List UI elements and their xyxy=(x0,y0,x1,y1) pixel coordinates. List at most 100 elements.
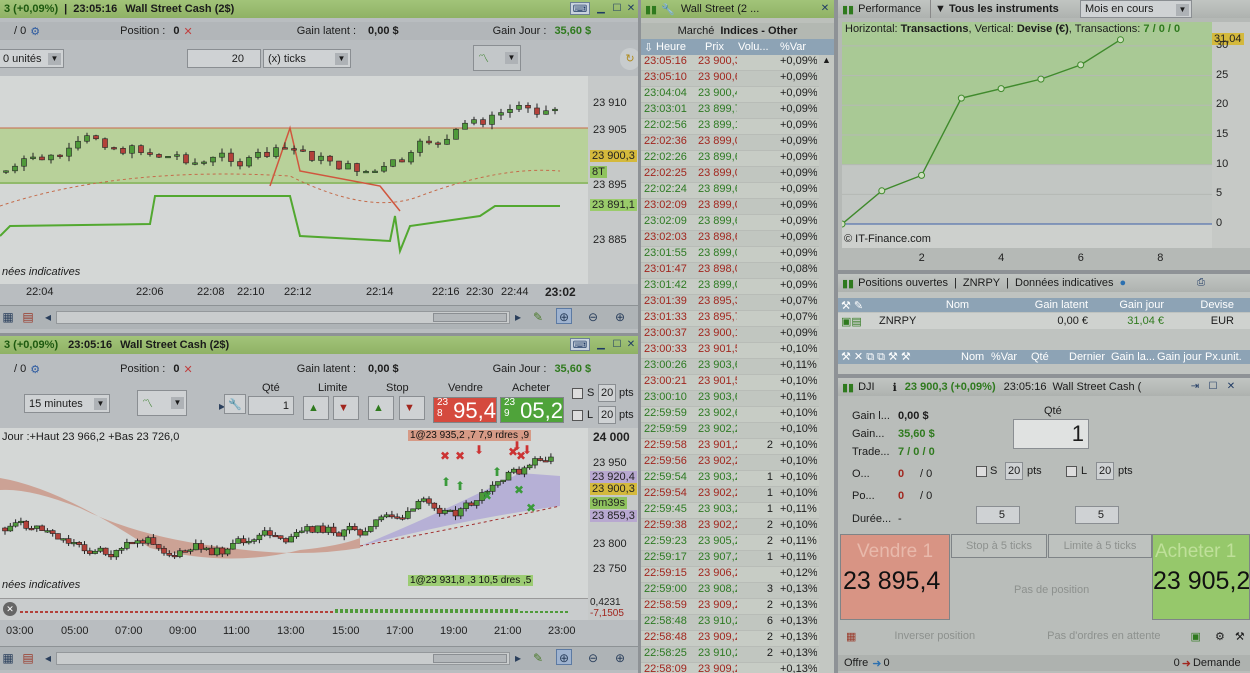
toolbar-icons[interactable]: ⚒ ✎ xyxy=(838,299,900,312)
wrench-icon[interactable]: 🔧 xyxy=(661,3,675,16)
chart-icon[interactable]: ▮▮ xyxy=(842,3,854,16)
zoom-fit-icon[interactable]: ⊕ xyxy=(556,649,572,665)
tick-row[interactable]: 22:59:59 23 902,6 +0,10% xyxy=(641,407,834,423)
quantity-input[interactable]: 1 xyxy=(248,396,294,415)
stop-checkbox[interactable] xyxy=(572,388,583,399)
price-chart[interactable]: nées indicatives xyxy=(0,76,588,284)
chart-icon[interactable]: ▣ xyxy=(1191,630,1201,643)
cancel-icon[interactable]: ✕ xyxy=(183,363,192,376)
tick-row[interactable]: 22:02:24 23 899,6 +0,09% xyxy=(641,183,834,199)
limit-order-button[interactable]: Limite à 5 ticks xyxy=(1048,534,1152,558)
zoom-out-icon[interactable]: ⊖ xyxy=(585,309,601,325)
tick-row[interactable]: 22:59:15 23 906,2 +0,12% xyxy=(641,567,834,583)
reverse-position-button[interactable]: Inverser position xyxy=(894,630,975,642)
tick-row[interactable]: 23:02:09 23 899,6 +0,09% xyxy=(641,215,834,231)
chart-icon[interactable]: ▮▮ xyxy=(645,3,657,16)
limit-checkbox[interactable] xyxy=(572,410,583,421)
link-icon[interactable]: ⚙ xyxy=(30,363,40,376)
tick-row[interactable]: 23:05:10 23 900,6 +0,09% xyxy=(641,71,834,87)
orders-header[interactable]: ⚒ ✕ ⧉ ⧉ ⚒ ⚒ Nom %Var Qté Dernier Gain la… xyxy=(838,350,1250,364)
stop-points-input[interactable]: 20 xyxy=(1005,462,1023,480)
tick-row[interactable]: 22:02:26 23 899,6 +0,09% xyxy=(641,151,834,167)
table-icon[interactable]: ▤ xyxy=(20,650,36,666)
tick-row[interactable]: 22:59:54 23 903,2 1 +0,10% xyxy=(641,471,834,487)
sell-market-button[interactable]: Vendre 1 23 895,4 xyxy=(840,534,950,620)
keyboard-icon[interactable]: ⌨ xyxy=(570,338,590,351)
limit-ticks-stepper[interactable]: 5 xyxy=(1075,506,1119,524)
table-icon[interactable]: ▤ xyxy=(20,309,36,325)
info-icon[interactable]: ℹ xyxy=(893,381,897,394)
vertical-scrollbar[interactable]: ▲ xyxy=(819,55,834,673)
top-chart-titlebar[interactable]: 3 (+0,09%) | 23:05:16 Wall Street Cash (… xyxy=(0,0,638,18)
tick-row[interactable]: 23:01:47 23 898,0 +0,08% xyxy=(641,263,834,279)
tools-icon[interactable]: ✎ xyxy=(530,309,546,325)
close-icon[interactable]: ✕ xyxy=(624,338,638,351)
grid-icon[interactable]: ▦ xyxy=(0,650,16,666)
pin-icon[interactable]: ⇥ xyxy=(1188,380,1202,393)
tick-row[interactable]: 22:58:48 23 909,2 2 +0,13% xyxy=(641,631,834,647)
ticks-unit-select[interactable]: (x) ticks ▼ xyxy=(263,49,351,68)
tools-icon[interactable]: ✎ xyxy=(530,650,546,666)
scroll-left-icon[interactable]: ◂ xyxy=(40,309,56,325)
time-sales-table[interactable]: 23:05:16 23 900,3 +0,09% 23:05:10 23 900,6 +0… xyxy=(641,55,834,673)
zoom-in-icon[interactable]: ⊕ xyxy=(612,650,628,666)
tick-row[interactable]: 23:01:42 23 899,0 +0,09% xyxy=(641,279,834,295)
grid-icon[interactable]: ▦ xyxy=(0,309,16,325)
chart-type-button[interactable]: 〽 ▼ xyxy=(137,390,187,416)
horizontal-scrollbar[interactable] xyxy=(56,652,510,665)
maximize-icon[interactable]: ☐ xyxy=(610,338,624,351)
tick-row[interactable]: 22:59:00 23 908,2 3 +0,13% xyxy=(641,583,834,599)
tick-row[interactable]: 22:58:25 23 910,2 2 +0,13% xyxy=(641,647,834,663)
scroll-right-icon[interactable]: ▸ xyxy=(510,309,526,325)
tick-row[interactable]: 23:00:33 23 901,5 +0,10% xyxy=(641,343,834,359)
tick-row[interactable]: 22:59:59 23 902,2 +0,10% xyxy=(641,423,834,439)
tick-row[interactable]: 22:58:09 23 909,2 +0,13% xyxy=(641,663,834,673)
minimize-icon[interactable]: ▁ xyxy=(594,338,608,351)
positions-titlebar[interactable]: ▮▮ Positions ouvertes | ZNRPY | Données … xyxy=(838,274,1250,292)
time-sales-header[interactable]: ⇩ Heure Prix Volu... %Var xyxy=(641,39,834,55)
bottom-chart-titlebar[interactable]: 3 (+0,09%) 23:05:16 Wall Street Cash (2$… xyxy=(0,336,638,354)
sort-icon[interactable]: ⇩ xyxy=(641,41,653,54)
timeframe-select[interactable]: 15 minutes ▼ xyxy=(24,394,110,413)
limit-checkbox[interactable] xyxy=(1066,466,1077,477)
tick-row[interactable]: 22:59:17 23 907,2 1 +0,11% xyxy=(641,551,834,567)
tick-row[interactable]: 23:01:55 23 899,0 +0,09% xyxy=(641,247,834,263)
buy-button[interactable]: 23 9 05,2 xyxy=(500,397,564,423)
zoom-fit-icon[interactable]: ⊕ xyxy=(556,308,572,324)
tick-row[interactable]: 23:00:37 23 900,1 +0,09% xyxy=(641,327,834,343)
limit-buy-button[interactable]: ▲ xyxy=(303,396,329,420)
tick-row[interactable]: 23:00:21 23 901,5 +0,10% xyxy=(641,375,834,391)
tick-row[interactable]: 22:59:54 23 902,2 1 +0,10% xyxy=(641,487,834,503)
tick-row[interactable]: 22:59:38 23 902,2 2 +0,10% xyxy=(641,519,834,535)
tick-row[interactable]: 23:02:03 23 898,6 +0,09% xyxy=(641,231,834,247)
scroll-left-icon[interactable]: ◂ xyxy=(40,650,56,666)
time-sales-titlebar[interactable]: ▮▮ 🔧 Wall Street (2 ... xyxy=(641,0,834,18)
chart-icon[interactable]: ▮▮ xyxy=(842,277,854,290)
tick-row[interactable]: 22:02:56 23 899,1 +0,09% xyxy=(641,119,834,135)
zoom-in-icon[interactable]: ⊕ xyxy=(612,309,628,325)
chart-icon[interactable]: ▮▮ xyxy=(842,381,854,394)
tools-icon[interactable]: ⚒ xyxy=(1235,630,1245,643)
link-icon[interactable]: ⚙ xyxy=(30,25,40,38)
minimize-icon[interactable]: ▁ xyxy=(594,2,608,15)
maximize-icon[interactable]: ☐ xyxy=(610,2,624,15)
grid-icon[interactable]: ▦ xyxy=(846,630,856,643)
period-select[interactable]: Mois en cours ▼ xyxy=(1080,0,1192,18)
cancel-icon[interactable]: ✕ xyxy=(183,25,192,38)
limit-points-input[interactable]: 20 xyxy=(598,406,616,424)
position-icons[interactable]: ▣▤ xyxy=(838,315,876,328)
sell-button[interactable]: 23 8 95,4 xyxy=(433,397,497,423)
stop-ticks-stepper[interactable]: 5 xyxy=(976,506,1020,524)
position-row[interactable]: ▣▤ ZNRPY 0,00 € 31,04 € EUR xyxy=(838,313,1250,329)
keyboard-icon[interactable]: ⌨ xyxy=(570,2,590,15)
settings-button[interactable]: 🔧 xyxy=(224,394,246,414)
maximize-icon[interactable]: ☐ xyxy=(1206,380,1220,393)
zoom-out-icon[interactable]: ⊖ xyxy=(585,650,601,666)
stop-sell-button[interactable]: ▼ xyxy=(399,396,425,420)
tick-row[interactable]: 23:04:04 23 900,4 +0,09% xyxy=(641,87,834,103)
printer-icon[interactable]: ⎙ xyxy=(1192,276,1210,289)
tick-row[interactable]: 22:02:25 23 899,0 +0,09% xyxy=(641,167,834,183)
scroll-right-icon[interactable]: ▸ xyxy=(510,650,526,666)
tick-row[interactable]: 23:01:39 23 895,3 +0,07% xyxy=(641,295,834,311)
tick-row[interactable]: 22:59:23 23 905,2 2 +0,11% xyxy=(641,535,834,551)
